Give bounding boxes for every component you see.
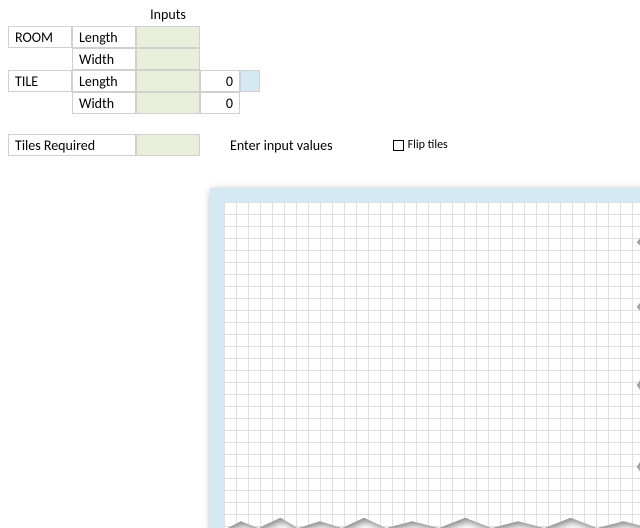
tile-length-label: Length [72,70,136,92]
inputs-table: Inputs ROOM Length Width TILE Length 0 W… [8,4,260,114]
tile-length-extra [240,70,260,92]
tile-preview-paper [210,188,640,528]
inputs-header: Inputs [136,4,200,26]
flip-tiles-control[interactable]: Flip tiles [393,138,448,152]
checkbox-icon[interactable] [393,140,404,151]
tile-width-input[interactable] [136,92,200,114]
tiles-required-label: Tiles Required [8,134,136,156]
room-length-input[interactable] [136,26,200,48]
room-length-label: Length [72,26,136,48]
room-width-label: Width [72,48,136,70]
grid-icon [224,202,640,528]
flip-tiles-label: Flip tiles [408,138,448,152]
tile-length-input[interactable] [136,70,200,92]
tiles-required-row: Tiles Required Enter input values Flip t… [8,134,636,156]
tile-width-label: Width [72,92,136,114]
tiles-required-result [136,134,200,156]
tile-label: TILE [8,70,72,92]
tile-width-result: 0 [200,92,240,114]
room-label: ROOM [8,26,72,48]
tile-length-result: 0 [200,70,240,92]
tiles-required-message: Enter input values [230,137,333,154]
room-width-input[interactable] [136,48,200,70]
